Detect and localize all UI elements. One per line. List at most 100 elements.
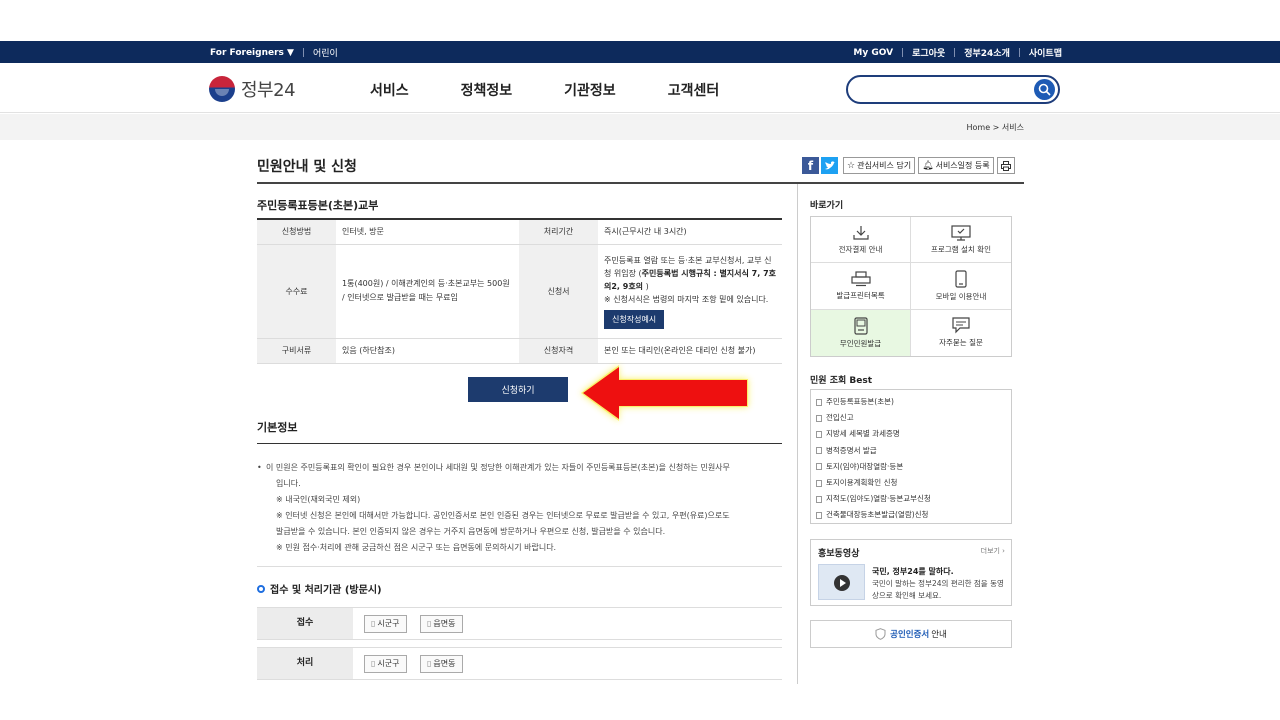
breadcrumb-separator: > [992, 123, 1000, 132]
add-interest-label: 관심서비스 담기 [857, 161, 912, 170]
facebook-icon[interactable]: f [802, 157, 819, 174]
process-row-receive: 접수 ▯ 시군구 ▯ 읍면동 [257, 607, 782, 640]
quick-label: 자주묻는 질문 [939, 338, 983, 348]
add-schedule-button[interactable]: 🔔︎ 서비스일정 등록 [918, 157, 994, 174]
quick-printer-list[interactable]: 발급프린터목록 [811, 263, 911, 310]
list-item[interactable]: 지방세 세목별 과세증명 [816, 426, 1011, 442]
certificate-guide-button[interactable]: 공인인증서 안내 [810, 620, 1012, 648]
divider [902, 48, 904, 57]
tag-sigungu[interactable]: ▯ 시군구 [364, 615, 407, 633]
form-note: ※ 신청서식은 법령의 마지막 조항 밑에 있습니다. [604, 294, 769, 304]
certificate-guide-label: 안내 [931, 630, 947, 640]
docs-value: 있음 (하단참조) [336, 338, 519, 364]
quick-faq[interactable]: 자주묻는 질문 [911, 310, 1011, 356]
fee-label: 수수료 [257, 244, 336, 339]
add-schedule-label: 서비스일정 등록 [935, 161, 990, 170]
promo-description: 국민이 말하는 정부24의 편리한 점을 동영상으로 확인해 보세요. [872, 579, 1004, 600]
form-value-end: ) [643, 281, 649, 291]
breadcrumb-current[interactable]: 서비스 [1002, 123, 1024, 132]
form-example-button[interactable]: 신청작성예시 [604, 309, 665, 329]
quick-label: 모바일 이용안내 [935, 291, 987, 301]
site-header: 정부24 서비스 정책정보 기관정보 고객센터 [0, 63, 1280, 113]
page-tools: f ☆ 관심서비스 담기 🔔︎ 서비스일정 등록 [802, 157, 1015, 174]
tag-eupmyeondong[interactable]: ▯ 읍면동 [420, 655, 463, 673]
basic-info-divider [257, 443, 782, 444]
divider [302, 48, 304, 57]
print-button[interactable] [996, 157, 1015, 174]
tag-sigungu[interactable]: ▯ 시군구 [364, 655, 407, 673]
nav-item-support[interactable]: 고객센터 [668, 80, 720, 100]
kids-link[interactable]: 어린이 [313, 46, 338, 59]
method-label: 신청방법 [257, 219, 336, 245]
best-list: 주민등록표등본(초본) 전입신고 지방세 세목별 과세증명 병적증명서 발급 토… [810, 389, 1012, 524]
list-item[interactable]: 전입신고 [816, 410, 1011, 426]
nav-item-service[interactable]: 서비스 [370, 80, 409, 100]
document-icon [816, 430, 822, 438]
period-label: 처리기간 [519, 219, 598, 245]
nav-item-agency[interactable]: 기관정보 [564, 80, 616, 100]
shield-icon [875, 628, 886, 640]
printer-icon [1000, 160, 1011, 171]
red-arrow-annotation-icon [581, 365, 748, 421]
for-foreigners-link[interactable]: For Foreigners ▼ [210, 48, 294, 58]
sidebar-divider [797, 184, 798, 684]
list-item[interactable]: 지적도(임야도)열람·등본교부신청 [816, 491, 1011, 507]
add-interest-button[interactable]: ☆ 관심서비스 담기 [843, 157, 916, 174]
list-item[interactable]: 토지(임야)대장열람·등본 [816, 459, 1011, 475]
search-button[interactable] [1034, 79, 1055, 100]
process-row-label: 접수 [257, 608, 353, 639]
quick-kiosk-issue[interactable]: 무인민원발급 [811, 309, 911, 356]
list-item-label: 주민등록표등본(초본) [826, 397, 894, 407]
qual-label: 신청자격 [519, 338, 598, 364]
list-item[interactable]: 토지이용계획확인 신청 [816, 475, 1011, 491]
mygov-link[interactable]: My GOV [853, 48, 893, 58]
basic-line-4: ※ 인터넷 신청은 본인에 대해서만 가능합니다. 공인인증서로 본인 인증된 … [276, 511, 730, 520]
title-divider [257, 182, 1024, 184]
form-label: 신청서 [519, 244, 598, 339]
period-value: 즉시(근무시간 내 3시간) [598, 219, 782, 245]
promo-headline[interactable]: 국민, 정부24를 말하다. [872, 566, 954, 577]
basic-line-2: 입니다. [276, 479, 301, 488]
search-input[interactable] [860, 77, 1040, 101]
promo-video-thumbnail[interactable] [818, 564, 865, 600]
building-icon: ▯ [371, 619, 376, 628]
quick-payment-guide[interactable]: 전자결제 안내 [811, 217, 911, 264]
fee-value: 1통(400원) / 이해관계인의 등·초본교부는 500원 / 인터넷으로 발… [336, 244, 519, 339]
top-utility-bar: For Foreigners ▼ 어린이 My GOV 로그아웃 정부24소개 … [0, 41, 1280, 63]
divider [954, 48, 956, 57]
process-title: 접수 및 처리기관 (방문시) [257, 581, 382, 596]
list-item-label: 지방세 세목별 과세증명 [826, 429, 900, 439]
document-icon [816, 463, 822, 471]
process-row-handle: 처리 ▯ 시군구 ▯ 읍면동 [257, 647, 782, 680]
site-logo[interactable]: 정부24 [209, 76, 296, 102]
nav-item-policy[interactable]: 정책정보 [461, 80, 513, 100]
quick-links-title: 바로가기 [810, 201, 844, 211]
docs-label: 구비서류 [257, 338, 336, 364]
promo-more-link[interactable]: 더보기 › [981, 546, 1005, 556]
apply-button[interactable]: 신청하기 [468, 377, 568, 402]
monitor-check-icon [951, 225, 971, 241]
tag-eupmyeondong[interactable]: ▯ 읍면동 [420, 615, 463, 633]
basic-line-3: ※ 내국인(재외국민 제외) [276, 495, 361, 504]
quick-program-check[interactable]: 프로그램 설치 확인 [911, 217, 1011, 264]
list-item[interactable]: 건축물대장등초본발급(열람)신청 [816, 507, 1011, 523]
quick-mobile-guide[interactable]: 모바일 이용안내 [911, 263, 1011, 310]
logout-link[interactable]: 로그아웃 [912, 46, 945, 59]
twitter-icon[interactable] [821, 157, 838, 174]
qual-value: 본인 또는 대리인(온라인은 대리인 신청 불가) [598, 338, 782, 364]
circle-bullet-icon [257, 584, 265, 593]
building-icon: ▯ [427, 619, 432, 628]
list-item-label: 건축물대장등초본발급(열람)신청 [826, 510, 929, 520]
document-icon [816, 511, 822, 519]
basic-line-1: 이 민원은 주민등록표의 확인이 필요한 경우 본인이나 세대원 및 정당한 이… [266, 463, 730, 472]
list-item[interactable]: 병적증명서 발급 [816, 443, 1011, 459]
download-icon [852, 225, 869, 240]
main-navigation: 서비스 정책정보 기관정보 고객센터 [370, 80, 771, 100]
list-item-label: 병적증명서 발급 [826, 445, 877, 455]
sitemap-link[interactable]: 사이트맵 [1029, 46, 1062, 59]
building-icon: ▯ [427, 659, 432, 668]
kiosk-icon [853, 317, 868, 335]
breadcrumb-home[interactable]: Home [966, 123, 990, 132]
intro-link[interactable]: 정부24소개 [964, 46, 1010, 59]
list-item[interactable]: 주민등록표등본(초본) [816, 394, 1011, 410]
